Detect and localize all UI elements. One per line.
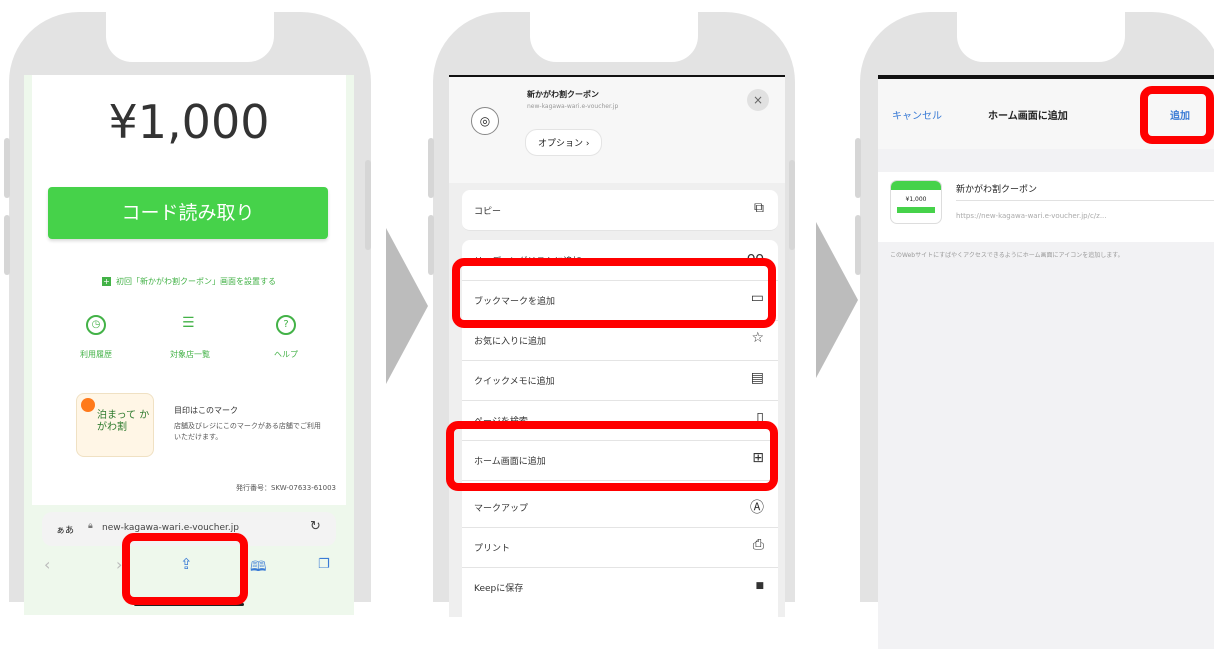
highlight-add (1140, 86, 1214, 144)
price-display: ¥1,000 (108, 95, 270, 149)
add-home-link[interactable]: + 初回「新かがわ割クーポン」画面を設置する (32, 269, 346, 288)
bookmarks-icon[interactable]: 🕮︎ (250, 556, 267, 580)
phone-side-button (365, 160, 371, 250)
menu-keep[interactable]: Keepに保存 ■ (462, 567, 778, 607)
phone-notch (957, 10, 1125, 62)
app-name-divider (956, 200, 1214, 201)
close-icon[interactable]: × (747, 89, 769, 111)
url-text[interactable]: new-kagawa-wari.e-voucher.jp (102, 523, 239, 533)
app-name[interactable]: 新かがわ割クーポン (956, 182, 1037, 195)
text-size-button[interactable]: ぁあ (56, 523, 74, 536)
reload-icon[interactable]: ↻ (310, 519, 321, 534)
card: ¥1,000 コード読み取り + 初回「新かがわ割クーポン」画面を設置する ◷ … (32, 75, 346, 505)
highlight-bookmark (452, 258, 776, 328)
tabs-icon[interactable]: ❐ (318, 557, 330, 572)
list-icon[interactable]: ☰ (182, 315, 195, 331)
phone-side-button (4, 138, 10, 198)
nav-help-label[interactable]: ヘルプ (256, 349, 316, 360)
sheet-title: ホーム画面に追加 (988, 111, 1068, 122)
phone-side-button (428, 215, 434, 275)
compass-icon: ◎ (471, 107, 499, 135)
phone-side-button (4, 215, 10, 275)
clock-icon[interactable]: ◷ (86, 315, 106, 335)
share-sheet: ◎ 新かがわ割クーポン new-kagawa-wari.e-voucher.jp… (449, 75, 785, 617)
highlight-add-home (446, 421, 778, 491)
phone-side-button (855, 138, 861, 198)
menu-markup[interactable]: マークアップ Ⓐ (462, 487, 778, 528)
share-header: ◎ 新かがわ割クーポン new-kagawa-wari.e-voucher.jp… (449, 77, 785, 183)
phone-notch (530, 10, 698, 62)
nav-stores-label[interactable]: 対象店一覧 (160, 349, 220, 360)
menu-quick-memo[interactable]: クイックメモに追加 ▤ (462, 360, 778, 401)
star-icon: ☆ (751, 330, 764, 346)
plus-square-icon: + (101, 277, 111, 286)
options-button[interactable]: オプション › (525, 129, 603, 156)
menu-print[interactable]: プリント ⎙ (462, 527, 778, 568)
phone-side-button (428, 138, 434, 198)
markup-icon: Ⓐ (750, 500, 764, 516)
phone-side-button (855, 215, 861, 275)
site-url: new-kagawa-wari.e-voucher.jp (527, 103, 619, 110)
nav-history-label[interactable]: 利用履歴 (66, 349, 126, 360)
add-to-home-sheet: キャンセル ホーム画面に追加 追加 ¥1,000 新かがわ割クーポン https… (878, 75, 1214, 649)
cancel-button[interactable]: キャンセル (892, 107, 942, 122)
mark-description: 店舗及びレジにこのマークがある店舗でご利用いただけます。 (174, 422, 321, 441)
app-preview-card: ¥1,000 新かがわ割クーポン https://new-kagawa-wari… (878, 172, 1214, 242)
menu-copy[interactable]: コピー ⧉ (462, 190, 778, 231)
printer-icon: ⎙ (752, 537, 764, 553)
next-step-arrow (386, 228, 428, 384)
add-home-description: このWebサイトにすばやくアクセスできるようにホーム画面にアイコンを追加します。 (890, 252, 1124, 259)
site-title: 新かがわ割クーポン (527, 90, 599, 99)
mark-title: 目印はこのマーク (174, 406, 238, 415)
app-url: https://new-kagawa-wari.e-voucher.jp/c/z… (956, 212, 1107, 220)
lock-icon: 🔒︎ (88, 521, 93, 531)
back-icon[interactable]: ‹ (44, 555, 50, 574)
campaign-logo: 泊まって かがわ割 (76, 393, 154, 457)
keep-icon: ■ (755, 581, 764, 591)
sun-icon (81, 398, 95, 412)
help-icon[interactable]: ? (276, 315, 296, 335)
app-thumbnail: ¥1,000 (890, 180, 942, 224)
copy-icon: ⧉ (754, 200, 764, 216)
highlight-share (122, 533, 248, 605)
phone-notch (106, 10, 274, 62)
next-step-arrow (816, 222, 858, 378)
scan-code-button[interactable]: コード読み取り (48, 187, 328, 239)
memo-icon: ▤ (750, 370, 764, 386)
phone-side-button (789, 160, 795, 250)
issue-number: 発行番号：SKW-07633-61003 (235, 484, 336, 492)
